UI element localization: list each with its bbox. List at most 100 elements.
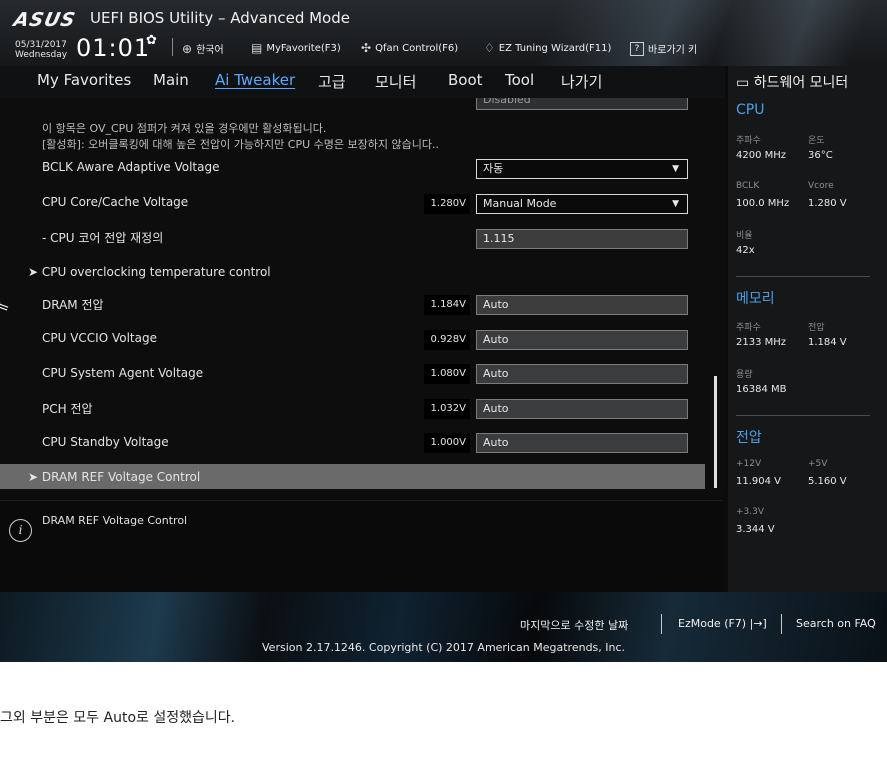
- help-panel: i DRAM REF Voltage Control: [0, 500, 722, 593]
- submenu-label: DRAM REF Voltage Control: [41, 470, 201, 484]
- submenu-dram-ref[interactable]: ➤ DRAM REF Voltage Control: [28, 470, 200, 484]
- last-modified-button[interactable]: 마지막으로 수정한 날짜: [520, 617, 628, 633]
- fan-icon: ✣: [361, 41, 372, 55]
- version-text: Version 2.17.1246. Copyright (C) 2017 Am…: [262, 641, 626, 654]
- standby-voltage-input[interactable]: Auto: [476, 433, 688, 453]
- memory-section-title: 메모리: [736, 291, 775, 307]
- gear-icon[interactable]: ✿: [146, 33, 157, 48]
- footer-bar: 마지막으로 수정한 날짜 EzMode (F7) |→] Search on F…: [0, 592, 887, 662]
- pch-voltage-input[interactable]: Auto: [476, 399, 688, 419]
- v5-value: 5.160 V: [808, 476, 847, 487]
- setting-label: CPU System Agent Voltage: [42, 366, 204, 380]
- cpu-freq-value: 4200 MHz: [736, 150, 787, 161]
- app-title: UEFI BIOS Utility – Advanced Mode: [90, 9, 350, 27]
- footer-divider: [661, 614, 662, 634]
- ratio-value: 42x: [736, 245, 755, 256]
- ezmode-label: EzMode (F7): [678, 617, 747, 630]
- asus-logo: ASUS: [11, 9, 78, 31]
- cpu-core-voltage-dropdown[interactable]: Manual Mode ▼: [476, 194, 688, 214]
- date-display: 05/31/2017 Wednesday: [15, 40, 67, 60]
- setting-label: BCLK Aware Adaptive Voltage: [42, 160, 220, 174]
- language-label: 한국어: [196, 45, 224, 56]
- footer-divider: [781, 614, 782, 634]
- cpu-freq-label: 주파수: [736, 136, 761, 146]
- ov-cpu-note: 이 항목은 OV_CPU 점퍼가 켜져 있을 경우에만 활성화됩니다.: [42, 122, 327, 135]
- v5-label: +5V: [808, 459, 828, 469]
- cpu-core-override-input[interactable]: 1.115: [476, 229, 688, 249]
- tab-tool[interactable]: Tool: [505, 71, 534, 89]
- ratio-label: 비율: [736, 231, 753, 241]
- tab-advanced[interactable]: 고급: [318, 71, 346, 92]
- favorite-icon: ▤: [251, 41, 263, 55]
- v12-label: +12V: [736, 459, 762, 469]
- tab-boot[interactable]: Boot: [448, 71, 483, 89]
- weekday-text: Wednesday: [15, 50, 68, 60]
- current-value: 0.928V: [424, 330, 470, 350]
- setting-label: PCH 전압: [42, 402, 93, 416]
- submenu-label: CPU overclocking temperature control: [41, 265, 271, 279]
- dram-voltage-input[interactable]: Auto: [476, 295, 688, 315]
- dropdown-value: 자동: [483, 162, 504, 175]
- dropdown-value: Manual Mode: [483, 197, 557, 210]
- system-agent-voltage-input[interactable]: Auto: [476, 364, 688, 384]
- help-key-icon: ?: [630, 41, 644, 56]
- v12-value: 11.904 V: [736, 476, 782, 487]
- header-bar: ASUS UEFI BIOS Utility – Advanced Mode 0…: [0, 0, 887, 66]
- v33-label: +3.3V: [736, 507, 765, 517]
- bios-screen: ASUS UEFI BIOS Utility – Advanced Mode 0…: [0, 0, 887, 662]
- monitor-title-text: 하드웨어 모니터: [753, 75, 849, 91]
- mem-cap-label: 용량: [736, 370, 753, 380]
- cpu-section-title: CPU: [736, 102, 765, 118]
- time-display: 01:01: [76, 34, 151, 62]
- current-value: 1.080V: [424, 364, 470, 384]
- tab-main[interactable]: Main: [153, 71, 189, 89]
- myfavorite-label: MyFavorite(F3): [266, 42, 341, 54]
- exit-arrow-icon: |→]: [749, 617, 767, 630]
- qfan-label: Qfan Control(F6): [375, 42, 459, 54]
- bclk-aware-dropdown[interactable]: 자동 ▼: [476, 159, 688, 179]
- tab-ai-tweaker[interactable]: Ai Tweaker: [215, 71, 295, 89]
- setting-label: CPU VCCIO Voltage: [42, 331, 157, 345]
- myfavorite-button[interactable]: ▤ MyFavorite(F3): [251, 41, 341, 55]
- language-button[interactable]: ⊕ 한국어: [182, 41, 224, 57]
- shortcut-label: 바로가기 키: [648, 45, 698, 56]
- cpu-temp-value: 36°C: [808, 150, 833, 161]
- vcore-label: Vcore: [808, 181, 834, 191]
- date-text: 05/31/2017: [15, 40, 67, 50]
- tab-my-favorites[interactable]: My Favorites: [37, 71, 131, 89]
- chevron-down-icon: ▼: [672, 164, 679, 174]
- header-divider: [172, 38, 173, 56]
- help-text: DRAM REF Voltage Control: [42, 514, 188, 527]
- ez-tuning-button[interactable]: ♢ EZ Tuning Wizard(F11): [484, 41, 611, 55]
- panel-divider: [736, 415, 870, 416]
- submenu-cpu-oc-temp[interactable]: ➤ CPU overclocking temperature control: [28, 265, 271, 279]
- current-value: 1.032V: [424, 399, 470, 419]
- search-faq-button[interactable]: Search on FAQ: [796, 617, 876, 630]
- ov-cpu-warning: [활성화]: 오버클록킹에 대해 높은 전압이 가능하지만 CPU 수명은 보장…: [42, 138, 439, 151]
- scrollbar[interactable]: [714, 376, 717, 488]
- tab-exit[interactable]: 나가기: [561, 71, 602, 92]
- vcore-value: 1.280 V: [808, 198, 847, 209]
- cpu-temp-label: 온도: [808, 136, 825, 146]
- caption-text: 그외 부분은 모두 Auto로 설정했습니다.: [0, 710, 236, 726]
- header-decoration: [520, 0, 887, 66]
- v33-value: 3.344 V: [736, 524, 775, 535]
- monitor-title: ▭ 하드웨어 모니터: [736, 75, 849, 91]
- partial-field[interactable]: Disabled: [476, 98, 688, 110]
- current-value: 1.000V: [424, 433, 470, 453]
- vccio-voltage-input[interactable]: Auto: [476, 330, 688, 350]
- globe-icon: ⊕: [182, 41, 193, 56]
- bclk-value: 100.0 MHz: [736, 198, 790, 209]
- ezmode-button[interactable]: EzMode (F7) |→]: [678, 617, 767, 630]
- mem-freq-value: 2133 MHz: [736, 337, 787, 348]
- bclk-label: BCLK: [736, 181, 760, 191]
- panel-divider: [736, 276, 870, 277]
- setting-label: CPU Standby Voltage: [42, 435, 169, 449]
- chevron-down-icon: ▼: [672, 199, 679, 209]
- qfan-button[interactable]: ✣ Qfan Control(F6): [361, 41, 458, 55]
- setting-label: DRAM 전압: [42, 298, 104, 312]
- current-value: 1.280V: [424, 194, 470, 214]
- tab-monitor[interactable]: 모니터: [375, 71, 416, 92]
- shortcut-button[interactable]: ? 바로가기 키: [630, 41, 697, 56]
- hardware-monitor-panel: ▭ 하드웨어 모니터 CPU 주파수 온도 4200 MHz 36°C BCLK…: [728, 66, 887, 592]
